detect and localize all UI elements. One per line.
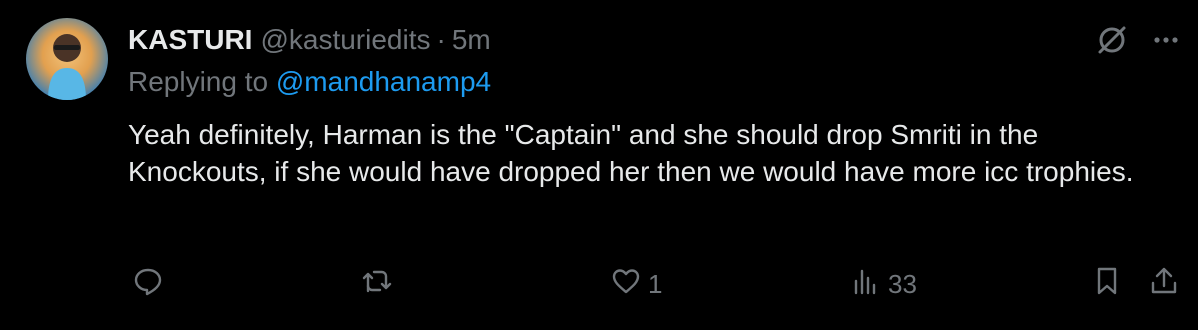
author-handle[interactable]: @kasturiedits	[260, 24, 430, 56]
share-button[interactable]	[1148, 262, 1180, 306]
bookmark-button[interactable]	[1092, 262, 1122, 306]
more-icon[interactable]	[1148, 22, 1184, 58]
avatar[interactable]	[26, 18, 108, 100]
tweet-container[interactable]: KASTURI @kasturiedits · 5m Replying to @…	[0, 0, 1198, 330]
separator-dot: ·	[436, 24, 446, 55]
mute-icon[interactable]	[1094, 22, 1130, 58]
timestamp[interactable]: 5m	[452, 24, 491, 56]
retweet-button[interactable]	[360, 262, 394, 306]
like-count: 1	[648, 268, 663, 299]
like-icon	[610, 265, 642, 304]
share-icon	[1148, 265, 1180, 304]
reply-button[interactable]	[132, 262, 164, 306]
top-actions	[1094, 22, 1184, 58]
reply-icon	[132, 265, 164, 304]
views-count: 33	[888, 268, 917, 299]
tweet-text: Yeah definitely, Harman is the "Captain"…	[128, 119, 1134, 187]
views-icon	[850, 265, 882, 304]
bookmark-icon	[1092, 265, 1122, 304]
retweet-icon	[360, 265, 394, 304]
author-name[interactable]: KASTURI	[128, 24, 252, 56]
views-button[interactable]: 33	[850, 262, 917, 306]
replying-to: Replying to @mandhanamp4	[128, 66, 491, 98]
like-button[interactable]: 1	[610, 262, 662, 306]
replying-prefix: Replying to	[128, 66, 276, 97]
replying-mention-link[interactable]: @mandhanamp4	[276, 66, 491, 97]
tweet-header: KASTURI @kasturiedits · 5m	[128, 20, 491, 60]
action-bar: 1 33	[128, 262, 1188, 306]
